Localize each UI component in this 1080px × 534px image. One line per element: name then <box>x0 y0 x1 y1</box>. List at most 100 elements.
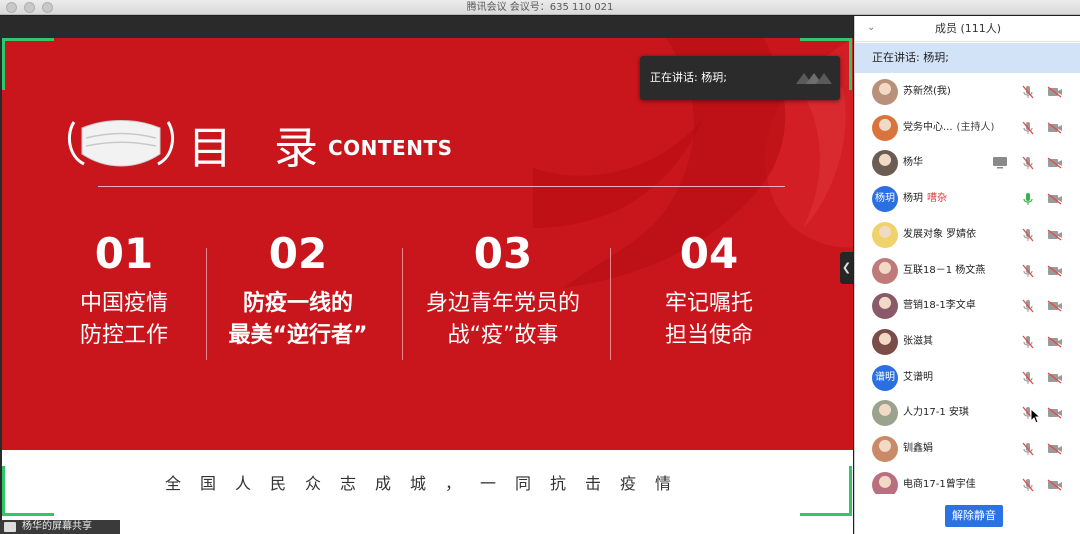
face-mask-icon <box>67 120 175 167</box>
tencent-meeting-logo-icon <box>796 73 832 84</box>
avatar <box>872 79 898 105</box>
slide-title: 目 录 <box>188 123 332 174</box>
member-name: 艾谱明 <box>903 360 933 396</box>
toc-item-4: 04 牢记嘱托 担当使命 <box>614 230 804 352</box>
toc-item-number: 04 <box>679 229 739 278</box>
avatar <box>872 328 898 355</box>
avatar <box>872 114 898 141</box>
speaking-indicator-popup: 正在讲话: 杨玥; <box>640 56 840 100</box>
avatar <box>872 400 898 427</box>
microphone-muted-icon[interactable] <box>1022 335 1034 349</box>
member-row[interactable]: 互联18－1 杨文燕 <box>855 253 1080 289</box>
camera-off-icon[interactable] <box>1047 372 1063 384</box>
toc-item-text: 防疫一线的 最美“逆行者” <box>228 291 368 348</box>
camera-off-icon[interactable] <box>1047 336 1063 348</box>
noisy-badge: 嘈杂 <box>927 193 947 205</box>
member-name: 电商17-1曾宇佳 <box>903 467 976 494</box>
member-name: 营销18-1李文卓 <box>903 288 976 324</box>
member-name-text: 钏鑫娟 <box>903 443 933 454</box>
collapse-panel-button[interactable]: ❮ <box>840 252 853 284</box>
member-row[interactable]: 杨玥 杨玥 嘈杂 <box>855 181 1080 217</box>
member-name-text: 杨华 <box>903 157 923 169</box>
screen-share-icon <box>4 522 16 532</box>
presentation-slide: 目 录 CONTENTS 01 中国疫情 防控工作 02 防疫一线的 最美“逆行者”… <box>2 38 853 534</box>
member-name-text: 杨玥 <box>903 193 923 205</box>
camera-off-icon[interactable] <box>1047 193 1063 205</box>
microphone-muted-icon[interactable] <box>1022 371 1034 385</box>
member-row[interactable]: 党务中心... (主持人) <box>855 110 1080 146</box>
toc-item-2: 02 防疫一线的 最美“逆行者” <box>203 230 393 352</box>
screen-share-bar[interactable]: 杨华的屏幕共享 <box>0 520 120 534</box>
camera-off-icon[interactable] <box>1047 443 1063 455</box>
toc-item-number: 03 <box>473 229 533 278</box>
member-row[interactable]: 杨华 <box>855 145 1080 181</box>
toc-separator <box>402 248 403 360</box>
member-name: 杨华 <box>903 145 923 181</box>
avatar: 谱明 <box>872 364 898 391</box>
toc-item-text: 中国疫情 防控工作 <box>79 291 168 348</box>
camera-off-icon[interactable] <box>1047 229 1063 241</box>
microphone-muted-icon[interactable] <box>1022 299 1034 313</box>
member-row[interactable]: 发展对象 罗婧依 <box>855 217 1080 253</box>
member-name-text: 艾谱明 <box>903 371 933 383</box>
member-row[interactable]: 人力17-1 安琪 <box>855 395 1080 431</box>
avatar <box>872 471 898 494</box>
microphone-active-icon[interactable] <box>1022 192 1034 206</box>
member-row[interactable]: 钏鑫娟 <box>855 431 1080 467</box>
share-frame-corner <box>800 466 852 516</box>
camera-off-icon[interactable] <box>1047 86 1063 98</box>
member-name: 苏新然(我) <box>903 74 951 110</box>
members-panel: ⌄ 成员 (111人) 正在讲话: 杨玥; 苏新然(我) 党务中心... (主持人)… <box>854 16 1080 534</box>
toc-item-number: 01 <box>94 229 154 278</box>
screen-share-label: 杨华的屏幕共享 <box>22 521 92 532</box>
speaking-indicator-label: 正在讲话: 杨玥; <box>650 71 727 84</box>
camera-off-icon[interactable] <box>1047 264 1063 277</box>
member-name: 杨玥 嘈杂 <box>903 181 947 217</box>
window-title: 腾讯会议 会议号：635 110 021 <box>466 2 614 13</box>
microphone-muted-icon[interactable] <box>1022 264 1034 278</box>
avatar: 杨玥 <box>872 186 898 213</box>
toc-item-3: 03 身边青年党员的 战“疫”故事 <box>408 230 598 352</box>
member-name-text: 营销18-1李文卓 <box>903 300 976 312</box>
member-name: 党务中心... (主持人) <box>903 110 994 146</box>
window-titlebar: 腾讯会议 会议号：635 110 021 <box>0 0 1080 15</box>
shared-screen-area: 目 录 CONTENTS 01 中国疫情 防控工作 02 防疫一线的 最美“逆行者”… <box>0 16 853 534</box>
member-name: 发展对象 罗婧依 <box>903 217 976 253</box>
slide-subtitle: CONTENTS <box>328 136 453 160</box>
member-row[interactable]: 电商17-1曾宇佳 <box>855 467 1080 494</box>
mouse-cursor-icon <box>1030 408 1040 424</box>
toc-item-1: 01 中国疫情 防控工作 <box>29 230 219 352</box>
microphone-muted-icon[interactable] <box>1022 442 1034 456</box>
microphone-muted-icon[interactable] <box>1022 121 1034 135</box>
camera-off-icon[interactable] <box>1047 157 1063 169</box>
member-list: 苏新然(我) 党务中心... (主持人) 杨华 杨玥 杨玥 嘈杂 发展对象 罗婧依 互联18－1… <box>855 74 1080 494</box>
member-row[interactable]: 谱明 艾谱明 <box>855 360 1080 396</box>
camera-off-icon[interactable] <box>1047 300 1063 312</box>
microphone-muted-icon[interactable] <box>1022 228 1034 242</box>
member-row[interactable]: 张滋其 <box>855 324 1080 360</box>
share-frame-corner <box>2 38 54 90</box>
microphone-muted-icon[interactable] <box>1022 85 1034 99</box>
now-speaking-banner: 正在讲话: 杨玥; <box>855 43 1080 73</box>
unmute-all-button[interactable]: 解除静音 <box>945 505 1003 527</box>
member-name-text: 张滋其 <box>903 335 933 347</box>
member-row[interactable]: 营销18-1李文卓 <box>855 288 1080 324</box>
member-name-text: 苏新然(我) <box>903 86 951 97</box>
member-row[interactable]: 苏新然(我) <box>855 74 1080 110</box>
camera-off-icon[interactable] <box>1047 407 1063 419</box>
member-name-text: 人力17-1 安琪 <box>903 407 969 419</box>
screen-share-icon <box>993 157 1007 169</box>
microphone-muted-icon[interactable] <box>1022 478 1034 492</box>
avatar <box>872 436 898 462</box>
toc-separator <box>610 248 611 360</box>
camera-off-icon[interactable] <box>1047 122 1063 134</box>
avatar <box>872 257 898 284</box>
microphone-muted-icon[interactable] <box>1022 156 1034 170</box>
toc-item-text: 身边青年党员的 战“疫”故事 <box>425 291 580 348</box>
members-panel-header: ⌄ 成员 (111人) <box>855 16 1080 42</box>
member-name-text: 党务中心... <box>903 121 953 133</box>
member-name: 互联18－1 杨文燕 <box>903 253 985 289</box>
avatar <box>872 293 898 320</box>
avatar <box>872 221 898 248</box>
camera-off-icon[interactable] <box>1047 479 1063 491</box>
